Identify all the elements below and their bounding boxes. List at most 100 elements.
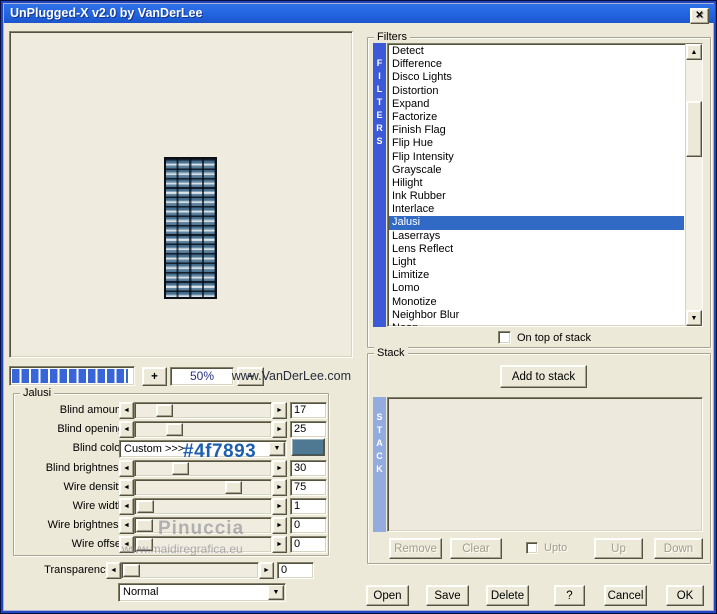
filter-list-item[interactable]: Interlace: [389, 203, 684, 216]
slider-left-arrow-icon[interactable]: ◄: [119, 402, 134, 419]
filter-list-item[interactable]: Neon: [389, 322, 684, 326]
filter-list-item[interactable]: Finish Flag: [389, 124, 684, 137]
side-bar-letter: T: [376, 425, 383, 435]
filter-list-item[interactable]: Grayscale: [389, 164, 684, 177]
slider-value-field[interactable]: 1: [290, 498, 327, 515]
zoom-in-button[interactable]: +: [142, 367, 167, 386]
transparency-left-arrow[interactable]: ◄: [106, 562, 121, 579]
window-title: UnPlugged-X v2.0 by VanDerLee: [10, 6, 203, 20]
filter-list-item[interactable]: Lomo: [389, 282, 684, 295]
filter-list-item[interactable]: Monotize: [389, 296, 684, 309]
slider-value-field[interactable]: 75: [290, 479, 327, 496]
slider-value-field[interactable]: 0: [290, 517, 327, 534]
preview-panel[interactable]: [9, 31, 353, 358]
slider-value-field[interactable]: 17: [290, 402, 327, 419]
slider-thumb[interactable]: [156, 404, 173, 417]
stack-side-bar: STACK: [373, 397, 386, 532]
side-bar-letter: S: [376, 412, 383, 422]
side-bar-letter: C: [376, 451, 383, 461]
filter-list-item[interactable]: Ink Rubber: [389, 190, 684, 203]
filter-list-item[interactable]: Flip Intensity: [389, 151, 684, 164]
remove-button[interactable]: Remove: [389, 538, 442, 559]
slider-value-field[interactable]: 0: [290, 536, 327, 553]
filter-list-scrollbar[interactable]: ▲ ▼: [685, 44, 702, 326]
slider-thumb[interactable]: [136, 519, 153, 532]
on-top-of-stack-checkbox[interactable]: [498, 331, 511, 344]
filter-list-item[interactable]: Distortion: [389, 85, 684, 98]
filters-group-label: Filters: [374, 31, 410, 43]
add-to-stack-button[interactable]: Add to stack: [500, 365, 587, 388]
slider-value-field[interactable]: 30: [290, 460, 327, 477]
slider-left-arrow-icon[interactable]: ◄: [119, 460, 134, 477]
upto-checkbox[interactable]: [526, 542, 538, 554]
filter-list-item[interactable]: Hilight: [389, 177, 684, 190]
slider-value-field[interactable]: 25: [290, 421, 327, 438]
blend-mode-select[interactable]: Normal ▼: [118, 583, 286, 602]
slider-right-arrow-icon[interactable]: ►: [272, 402, 287, 419]
filter-list-item[interactable]: Light: [389, 256, 684, 269]
filter-list-item[interactable]: Lens Reflect: [389, 243, 684, 256]
slider-right-arrow-icon[interactable]: ►: [272, 479, 287, 496]
filter-list[interactable]: Detect Difference Disco Lights Distortion Ex…: [387, 43, 703, 327]
slider-track[interactable]: [134, 479, 272, 496]
slider-row-wire-density: Wire density ◄ ► 75: [14, 479, 330, 497]
slider-right-arrow-icon[interactable]: ►: [272, 498, 287, 515]
slider-right-arrow-icon[interactable]: ►: [272, 536, 287, 553]
blind-color-swatch[interactable]: [291, 438, 325, 456]
slider-track[interactable]: [134, 421, 272, 438]
slider-left-arrow-icon[interactable]: ◄: [119, 517, 134, 534]
filter-list-item[interactable]: Neighbor Blur: [389, 309, 684, 322]
slider-track[interactable]: [134, 498, 272, 515]
down-button[interactable]: Down: [654, 538, 703, 559]
slider-row-blind-amount: Blind amount ◄ ► 17: [14, 402, 330, 420]
filter-list-item[interactable]: Factorize: [389, 111, 684, 124]
filter-list-item[interactable]: Jalusi: [389, 216, 684, 230]
slider-thumb[interactable]: [225, 481, 242, 494]
slider-thumb[interactable]: [172, 462, 189, 475]
slider-left-arrow-icon[interactable]: ◄: [119, 421, 134, 438]
transparency-slider-thumb[interactable]: [123, 564, 140, 577]
close-icon[interactable]: ✕: [690, 8, 709, 24]
color-hex-annotation: #4f7893: [183, 441, 257, 462]
slider-left-arrow-icon[interactable]: ◄: [119, 479, 134, 496]
scroll-down-icon[interactable]: ▼: [686, 310, 702, 326]
filter-list-item[interactable]: Expand: [389, 98, 684, 111]
transparency-slider-track[interactable]: [121, 562, 259, 579]
zoom-level-field[interactable]: 50%: [170, 367, 234, 386]
slider-right-arrow-icon[interactable]: ►: [272, 421, 287, 438]
clear-button[interactable]: Clear: [450, 538, 502, 559]
scrollbar-thumb[interactable]: [686, 101, 702, 157]
jalusi-group-label: Jalusi: [20, 387, 55, 399]
filter-items-container: Detect Difference Disco Lights Distortion Ex…: [389, 45, 684, 326]
slider-track[interactable]: [134, 402, 272, 419]
filter-list-item[interactable]: Detect: [389, 45, 684, 58]
slider-row-wire-width: Wire width ◄ ► 1: [14, 498, 330, 516]
on-top-of-stack-row: On top of stack: [498, 331, 591, 344]
slider-thumb[interactable]: [137, 500, 154, 513]
stack-list[interactable]: [387, 397, 703, 532]
slider-right-arrow-icon[interactable]: ►: [272, 460, 287, 477]
filter-list-item[interactable]: Laserrays: [389, 230, 684, 243]
blend-mode-dropdown-icon[interactable]: ▼: [268, 585, 284, 600]
filter-list-item[interactable]: Flip Hue: [389, 137, 684, 150]
slider-left-arrow-icon[interactable]: ◄: [119, 498, 134, 515]
transparency-right-arrow[interactable]: ►: [259, 562, 274, 579]
up-button[interactable]: Up: [594, 538, 643, 559]
ok-button[interactable]: OK: [666, 585, 704, 606]
slider-label: Wire offset: [71, 538, 124, 550]
cancel-button[interactable]: Cancel: [604, 585, 647, 606]
filter-list-item[interactable]: Disco Lights: [389, 71, 684, 84]
save-button[interactable]: Save: [426, 585, 469, 606]
help-button[interactable]: ?: [554, 585, 585, 606]
transparency-value-field[interactable]: 0: [277, 562, 314, 579]
blind-color-row: Blind color Custom >>> ▼: [14, 440, 330, 458]
blind-color-dropdown-icon[interactable]: ▼: [269, 442, 285, 456]
dialog-window: UnPlugged-X v2.0 by VanDerLee ✕ + 50% − …: [0, 0, 717, 614]
scroll-up-icon[interactable]: ▲: [686, 44, 702, 60]
open-button[interactable]: Open: [366, 585, 409, 606]
filter-list-item[interactable]: Limitize: [389, 269, 684, 282]
slider-thumb[interactable]: [166, 423, 183, 436]
delete-button[interactable]: Delete: [486, 585, 529, 606]
filter-list-item[interactable]: Difference: [389, 58, 684, 71]
slider-right-arrow-icon[interactable]: ►: [272, 517, 287, 534]
